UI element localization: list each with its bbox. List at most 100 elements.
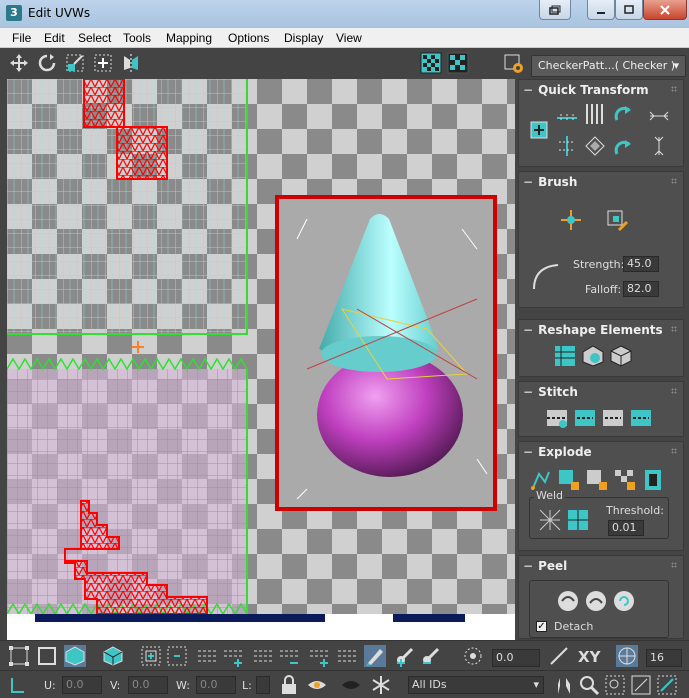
threshold-field[interactable]: 0.01 [608, 520, 644, 536]
brush-shrink-icon[interactable] [420, 645, 442, 667]
scale-icon[interactable] [64, 52, 86, 74]
freeze-icon[interactable] [370, 674, 392, 696]
detach-checkbox[interactable]: ✓ [536, 621, 547, 632]
strength-field[interactable]: 45.0 [623, 256, 659, 272]
loop-grow-icon[interactable] [222, 645, 244, 667]
explode-title[interactable]: Explode [523, 445, 592, 459]
element-select-icon[interactable] [102, 645, 124, 667]
falloff-field[interactable]: 82.0 [623, 281, 659, 297]
falloff-curve-icon[interactable] [531, 262, 561, 292]
relax-icon[interactable] [581, 344, 605, 368]
soft-select-icon[interactable] [462, 645, 484, 667]
pan-hand-icon[interactable] [552, 674, 574, 696]
polygon-select-icon[interactable] [64, 645, 86, 667]
brush-grow-icon[interactable] [394, 645, 416, 667]
drag-handle-icon[interactable] [671, 448, 677, 454]
align-center-icon[interactable] [555, 134, 579, 158]
set-pivot-icon[interactable] [527, 118, 551, 142]
drag-handle-icon[interactable] [671, 178, 677, 184]
maximize-button[interactable] [615, 0, 643, 20]
quick-transform-title[interactable]: Quick Transform [523, 83, 649, 97]
minimize-button[interactable] [587, 0, 615, 20]
edge-loop-grow-icon[interactable] [308, 645, 330, 667]
restore-button[interactable] [539, 0, 571, 20]
zoom-region-icon[interactable] [604, 674, 626, 696]
peel-title[interactable]: Peel [523, 559, 567, 573]
brush-title[interactable]: Brush [523, 175, 577, 189]
freeform-icon[interactable] [92, 52, 114, 74]
drag-handle-icon[interactable] [671, 388, 677, 394]
menu-options[interactable]: Options [228, 31, 269, 45]
close-button[interactable] [643, 0, 687, 20]
absolute-offset-icon[interactable] [6, 674, 28, 696]
straighten-icon[interactable] [553, 344, 577, 368]
space-evenly-icon[interactable] [583, 134, 607, 158]
cube-icon[interactable] [609, 344, 633, 368]
menu-select[interactable]: Select [78, 31, 111, 45]
menu-edit[interactable]: Edit [44, 31, 65, 45]
texture-display-icon[interactable] [447, 52, 469, 74]
grid-snap-icon[interactable] [616, 645, 638, 667]
lock-icon[interactable] [278, 674, 300, 696]
uv-viewport[interactable] [7, 79, 515, 614]
grow-select-icon[interactable] [140, 645, 162, 667]
menu-tools[interactable]: Tools [123, 31, 151, 45]
drag-handle-icon[interactable] [671, 562, 677, 568]
visibility-eye-icon[interactable] [306, 674, 328, 696]
rotate-cw-icon[interactable] [611, 134, 635, 158]
ring-select-icon[interactable] [252, 645, 274, 667]
mirror-icon[interactable] [120, 52, 142, 74]
peel-quick-icon[interactable] [556, 589, 580, 613]
w-field[interactable]: 0.0 [196, 676, 236, 694]
distribute-vertical-icon[interactable] [647, 134, 671, 158]
stitch-title[interactable]: Stitch [523, 385, 578, 399]
stitch-custom-icon[interactable] [545, 406, 569, 430]
flatten-icon[interactable] [585, 468, 609, 492]
checker-split-icon[interactable] [613, 468, 637, 492]
menu-mapping[interactable]: Mapping [166, 31, 212, 45]
stitch-target-icon[interactable] [629, 406, 653, 430]
shrink-select-icon[interactable] [166, 645, 188, 667]
zoom-extents-icon[interactable] [630, 674, 652, 696]
angle-field[interactable]: 0.0 [492, 649, 540, 667]
loop-select-icon[interactable] [196, 645, 218, 667]
spin-field[interactable]: 16 [646, 649, 682, 667]
stitch-source-icon[interactable] [573, 406, 597, 430]
vertex-select-icon[interactable] [8, 645, 30, 667]
edge-select-icon[interactable] [36, 645, 58, 667]
snap-line-icon[interactable] [548, 645, 570, 667]
uv-canvas[interactable] [7, 79, 515, 614]
drag-handle-icon[interactable] [671, 86, 677, 92]
reshape-elements-title[interactable]: Reshape Elements [523, 323, 663, 337]
peel-mode-icon[interactable] [584, 589, 608, 613]
rotate-ccw-icon[interactable] [611, 104, 635, 128]
xy-label[interactable]: XY [578, 648, 600, 666]
distribute-horizontal-icon[interactable] [647, 104, 671, 128]
stitch-average-icon[interactable] [601, 406, 625, 430]
uv-options-icon[interactable] [503, 52, 525, 74]
menu-display[interactable]: Display [284, 31, 323, 45]
drag-handle-icon[interactable] [671, 326, 677, 332]
paint-move-icon[interactable] [559, 208, 583, 232]
relax-brush-icon[interactable] [605, 208, 629, 232]
l-checkbox[interactable] [256, 676, 270, 694]
menu-view[interactable]: View [336, 31, 362, 45]
edge-ring-icon[interactable] [336, 645, 358, 667]
paint-select-icon[interactable] [364, 645, 386, 667]
align-vertical-icon[interactable] [583, 102, 607, 126]
texture-dropdown[interactable]: CheckerPatt...( Checker ) ▾ [531, 55, 686, 77]
hide-eye-icon[interactable] [340, 674, 362, 696]
menu-file[interactable]: File [12, 31, 31, 45]
detach-element-icon[interactable] [641, 468, 665, 492]
viewport-scrollbar[interactable] [7, 614, 515, 640]
u-field[interactable]: 0.0 [62, 676, 102, 694]
scroll-thumb-b[interactable] [393, 614, 465, 622]
weld-selected-icon[interactable] [538, 508, 562, 532]
v-field[interactable]: 0.0 [128, 676, 168, 694]
align-horizontal-icon[interactable] [555, 106, 579, 130]
peel-reset-icon[interactable] [612, 589, 636, 613]
ring-shrink-icon[interactable] [278, 645, 300, 667]
move-icon[interactable] [8, 52, 30, 74]
ids-dropdown[interactable]: All IDs ▾ [408, 676, 544, 694]
weld-all-icon[interactable] [566, 508, 590, 532]
